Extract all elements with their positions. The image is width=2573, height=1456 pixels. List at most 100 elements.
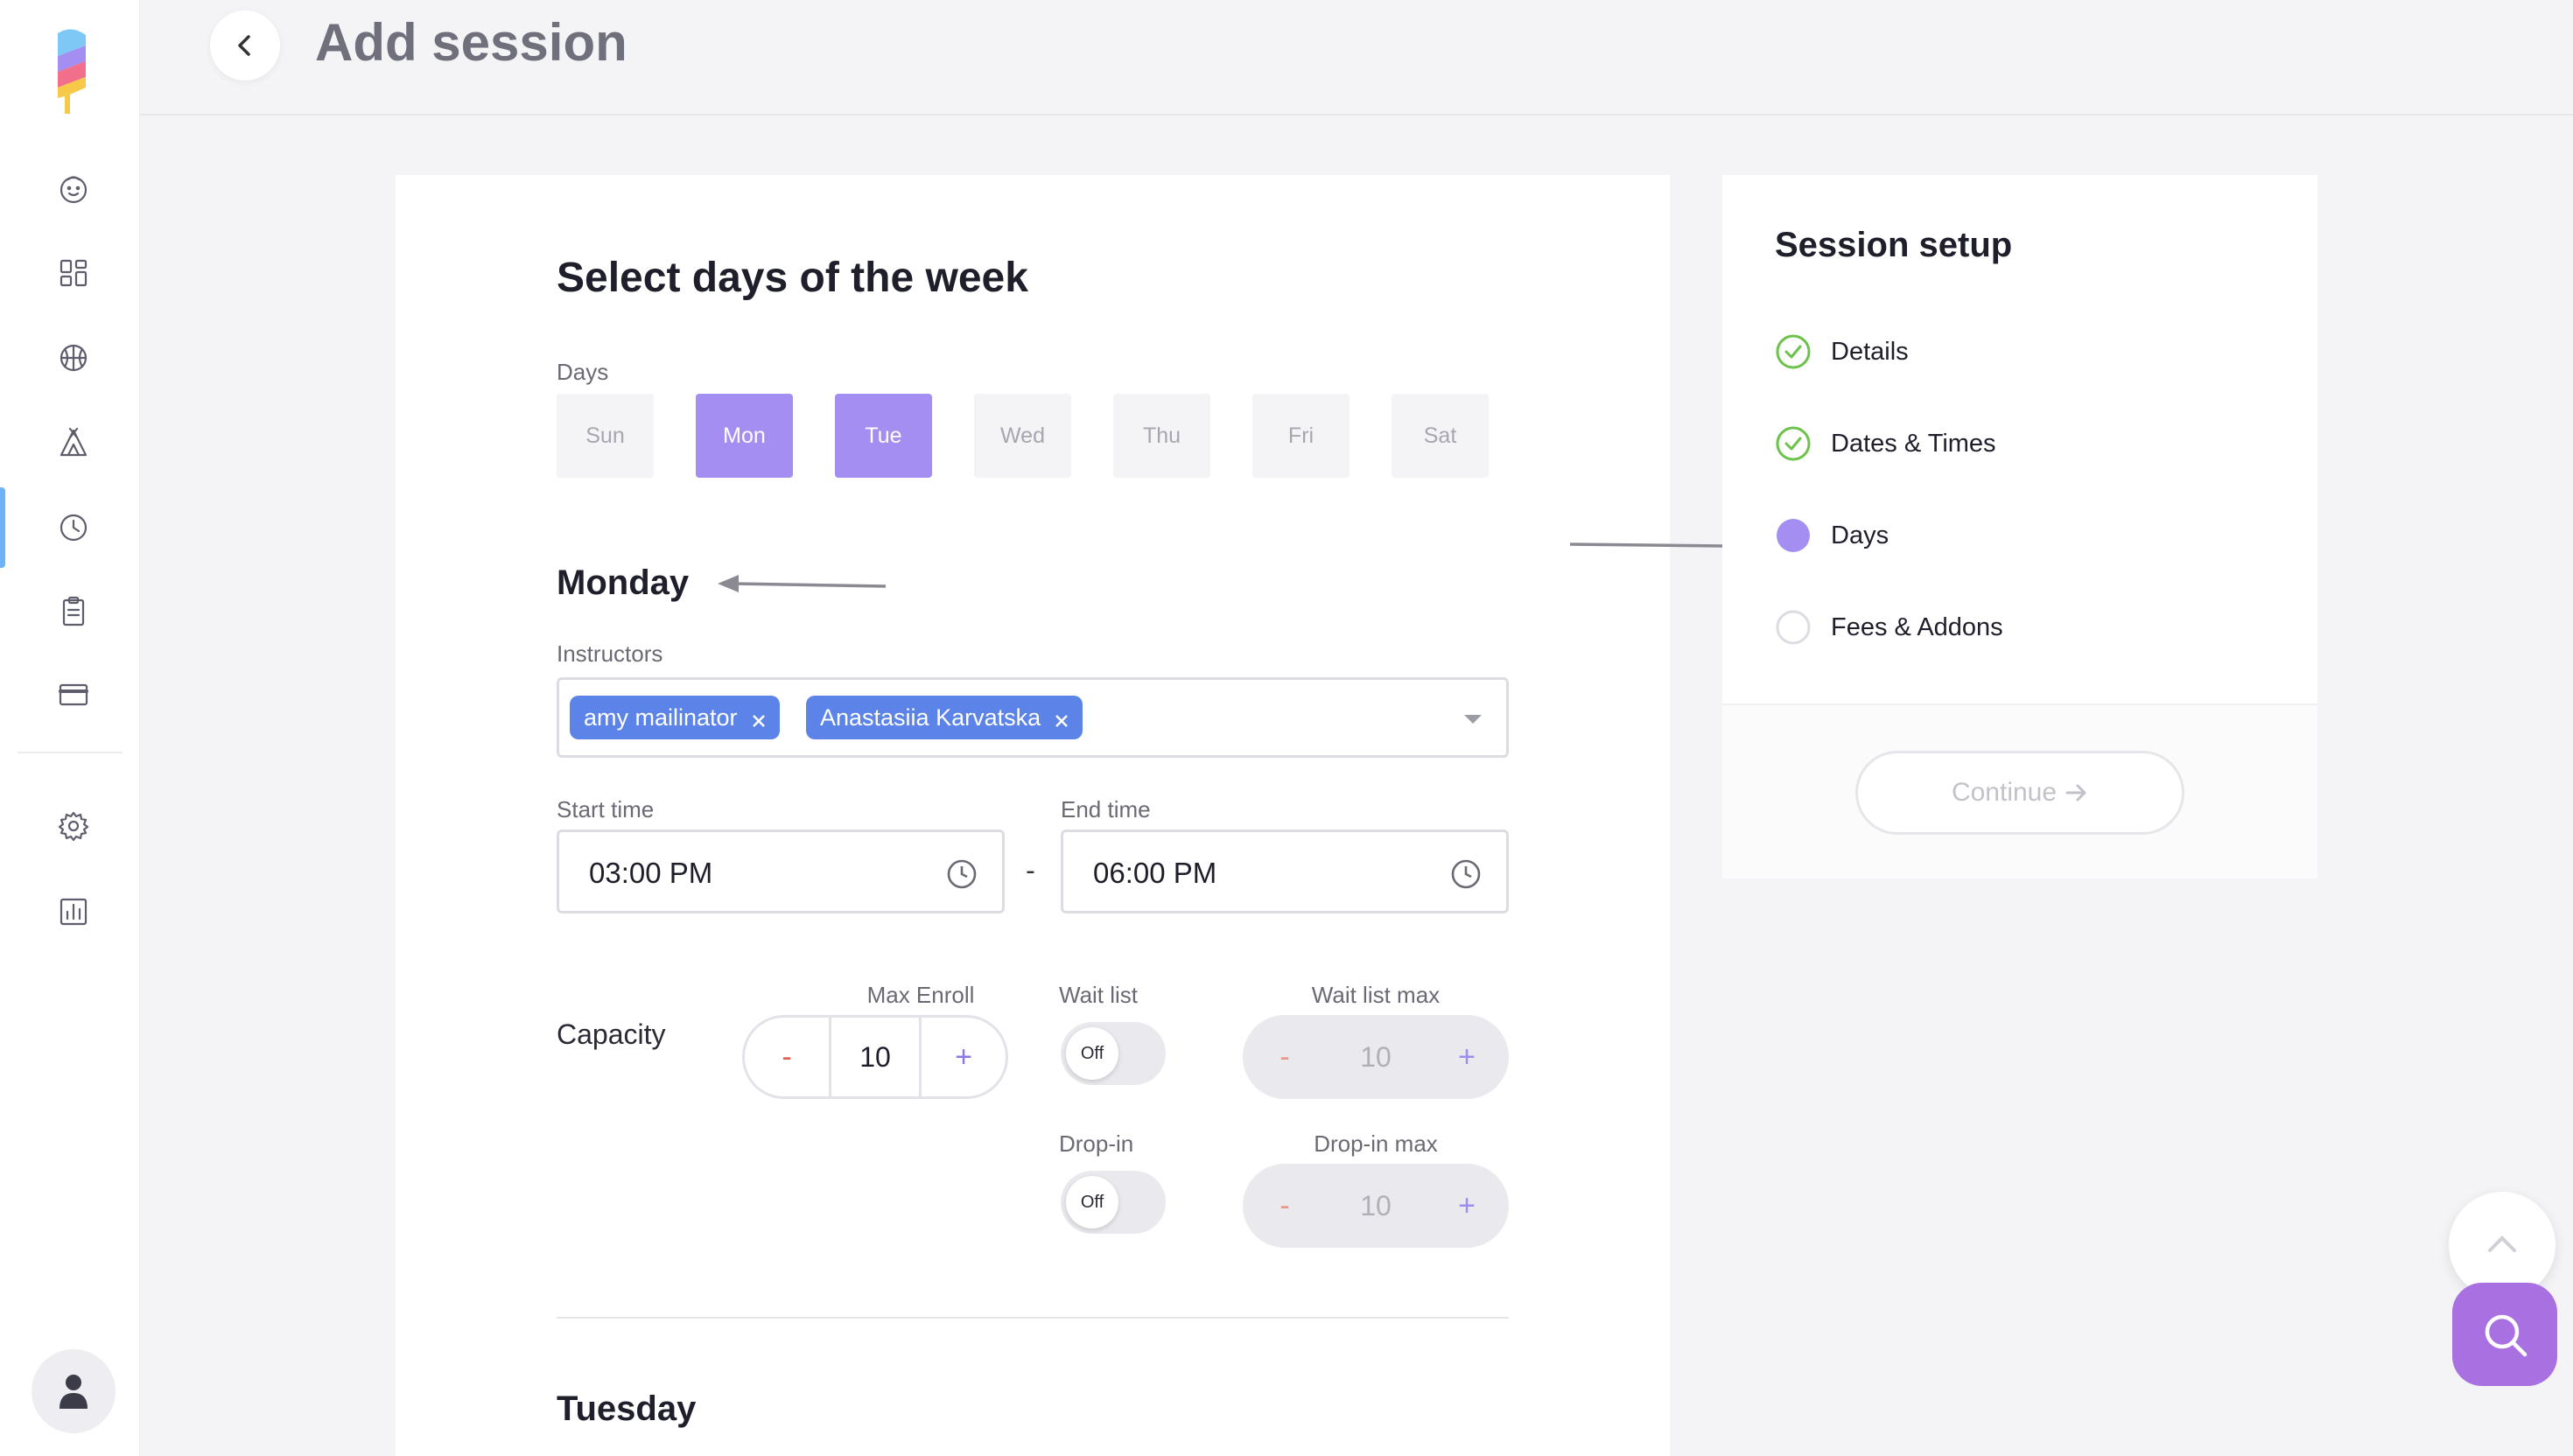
arrow-right-icon bbox=[2065, 784, 2086, 802]
max-enroll-decrement-button[interactable]: - bbox=[745, 1018, 829, 1096]
end-time-input[interactable]: 06:00 PM bbox=[1061, 830, 1509, 914]
section-title: Select days of the week bbox=[557, 255, 1028, 301]
day-button-sat[interactable]: Sat bbox=[1392, 394, 1489, 478]
clock-icon[interactable] bbox=[944, 857, 979, 892]
page-title: Add session bbox=[315, 13, 627, 72]
end-time-value: 06:00 PM bbox=[1093, 857, 1217, 889]
instructor-chip-label: amy mailinator bbox=[584, 704, 738, 731]
time-range-separator: - bbox=[1026, 856, 1035, 886]
wait-list-max-decrement-button[interactable]: - bbox=[1243, 1015, 1327, 1099]
wait-list-max-value[interactable]: 10 bbox=[1327, 1015, 1425, 1099]
monday-heading: Monday bbox=[557, 564, 690, 602]
setup-footer: Continue bbox=[1722, 704, 2317, 878]
search-fab-button[interactable] bbox=[2452, 1283, 2557, 1386]
max-enroll-value[interactable]: 10 bbox=[829, 1018, 922, 1096]
drop-in-toggle-state: Off bbox=[1066, 1176, 1118, 1228]
main-card: Select days of the week Days Sun Mon Tue… bbox=[396, 175, 1670, 1456]
instructor-chip-label: Anastasiia Karvatska bbox=[820, 704, 1041, 731]
day-divider bbox=[557, 1317, 1509, 1319]
search-icon bbox=[2485, 1314, 2527, 1357]
sidebar bbox=[0, 0, 140, 1456]
day-button-tue[interactable]: Tue bbox=[835, 394, 932, 478]
day-button-fri[interactable]: Fri bbox=[1252, 394, 1350, 478]
sidebar-active-indicator bbox=[0, 487, 5, 568]
wait-list-max-stepper: - 10 + bbox=[1243, 1015, 1509, 1099]
setup-step-label: Days bbox=[1831, 521, 1889, 550]
basketball-icon bbox=[60, 344, 88, 372]
max-enroll-stepper: - 10 + bbox=[742, 1015, 1008, 1099]
sidebar-item-dashboard[interactable] bbox=[47, 247, 100, 299]
setup-step-label: Details bbox=[1831, 337, 1909, 366]
clipboard-icon bbox=[62, 596, 85, 626]
clock-icon bbox=[60, 514, 88, 542]
instructor-chip: Anastasiia Karvatska bbox=[806, 696, 1083, 739]
start-time-input[interactable]: 03:00 PM bbox=[557, 830, 1005, 914]
chevron-left-icon bbox=[238, 35, 250, 56]
close-icon[interactable] bbox=[1053, 709, 1070, 727]
avatar[interactable] bbox=[32, 1349, 116, 1433]
drop-in-max-stepper: - 10 + bbox=[1243, 1164, 1509, 1248]
setup-step-details[interactable]: Details bbox=[1775, 333, 1909, 370]
drop-in-max-decrement-button[interactable]: - bbox=[1243, 1164, 1327, 1248]
drop-in-max-label: Drop-in max bbox=[1314, 1130, 1438, 1157]
day-button-wed[interactable]: Wed bbox=[974, 394, 1071, 478]
sidebar-item-camps[interactable] bbox=[47, 416, 100, 469]
instructors-select[interactable]: amy mailinator Anastasiia Karvatska bbox=[557, 677, 1509, 758]
sidebar-item-sports[interactable] bbox=[47, 332, 100, 384]
annotation-arrow-left-icon bbox=[718, 575, 887, 592]
sidebar-divider bbox=[18, 752, 123, 753]
pending-circle-icon bbox=[1776, 610, 1811, 645]
dashboard-icon bbox=[60, 259, 88, 287]
drop-in-label: Drop-in bbox=[1059, 1130, 1134, 1157]
header: Add session bbox=[140, 0, 2573, 116]
sidebar-item-settings[interactable] bbox=[47, 800, 100, 852]
start-time-value: 03:00 PM bbox=[589, 857, 713, 889]
wait-list-label: Wait list bbox=[1059, 982, 1139, 1008]
back-button[interactable] bbox=[210, 10, 280, 80]
drop-in-max-value[interactable]: 10 bbox=[1327, 1164, 1425, 1248]
day-button-thu[interactable]: Thu bbox=[1113, 394, 1210, 478]
setup-step-dates-times[interactable]: Dates & Times bbox=[1775, 425, 1996, 462]
gear-icon bbox=[58, 811, 89, 842]
drop-in-toggle[interactable]: Off bbox=[1061, 1171, 1166, 1234]
drop-in-max-increment-button[interactable]: + bbox=[1425, 1164, 1509, 1248]
session-setup-card: Session setup Details Dates & Times Days… bbox=[1722, 175, 2317, 878]
chevron-down-icon[interactable] bbox=[1464, 715, 1482, 724]
child-face-icon bbox=[60, 176, 88, 204]
tuesday-heading: Tuesday bbox=[557, 1390, 697, 1428]
capacity-label: Capacity bbox=[557, 1018, 666, 1050]
sidebar-item-children[interactable] bbox=[47, 163, 100, 215]
logo-icon[interactable] bbox=[46, 26, 98, 117]
wait-list-max-label: Wait list max bbox=[1311, 982, 1441, 1008]
instructors-label: Instructors bbox=[557, 640, 663, 667]
camp-tent-icon bbox=[60, 427, 88, 457]
close-icon[interactable] bbox=[750, 709, 768, 727]
setup-step-label: Fees & Addons bbox=[1831, 612, 2003, 641]
clock-icon[interactable] bbox=[1448, 857, 1483, 892]
report-chart-icon bbox=[60, 898, 88, 926]
continue-button[interactable]: Continue bbox=[1855, 751, 2184, 835]
instructor-chip: amy mailinator bbox=[570, 696, 780, 739]
user-icon bbox=[60, 1375, 88, 1409]
day-button-mon[interactable]: Mon bbox=[696, 394, 793, 478]
days-selector: Sun Mon Tue Wed Thu Fri Sat bbox=[557, 394, 1489, 478]
wait-list-toggle-state: Off bbox=[1066, 1027, 1118, 1080]
max-enroll-increment-button[interactable]: + bbox=[922, 1018, 1006, 1096]
sidebar-item-sessions[interactable] bbox=[47, 501, 100, 554]
setup-step-fees-addons[interactable]: Fees & Addons bbox=[1775, 609, 2003, 646]
day-button-sun[interactable]: Sun bbox=[557, 394, 654, 478]
start-time-label: Start time bbox=[557, 796, 655, 822]
continue-label: Continue bbox=[1951, 778, 2058, 807]
credit-card-icon bbox=[59, 683, 88, 706]
setup-step-label: Dates & Times bbox=[1831, 429, 1996, 458]
chevron-up-icon bbox=[2488, 1236, 2516, 1252]
setup-step-days[interactable]: Days bbox=[1775, 517, 1889, 554]
wait-list-toggle[interactable]: Off bbox=[1061, 1022, 1166, 1085]
current-step-dot-icon bbox=[1777, 519, 1810, 552]
sidebar-item-registrations[interactable] bbox=[47, 585, 100, 638]
check-circle-icon bbox=[1776, 334, 1811, 369]
sidebar-item-reports[interactable] bbox=[47, 886, 100, 938]
end-time-label: End time bbox=[1061, 796, 1151, 822]
sidebar-item-payments[interactable] bbox=[47, 668, 100, 721]
wait-list-max-increment-button[interactable]: + bbox=[1425, 1015, 1509, 1099]
